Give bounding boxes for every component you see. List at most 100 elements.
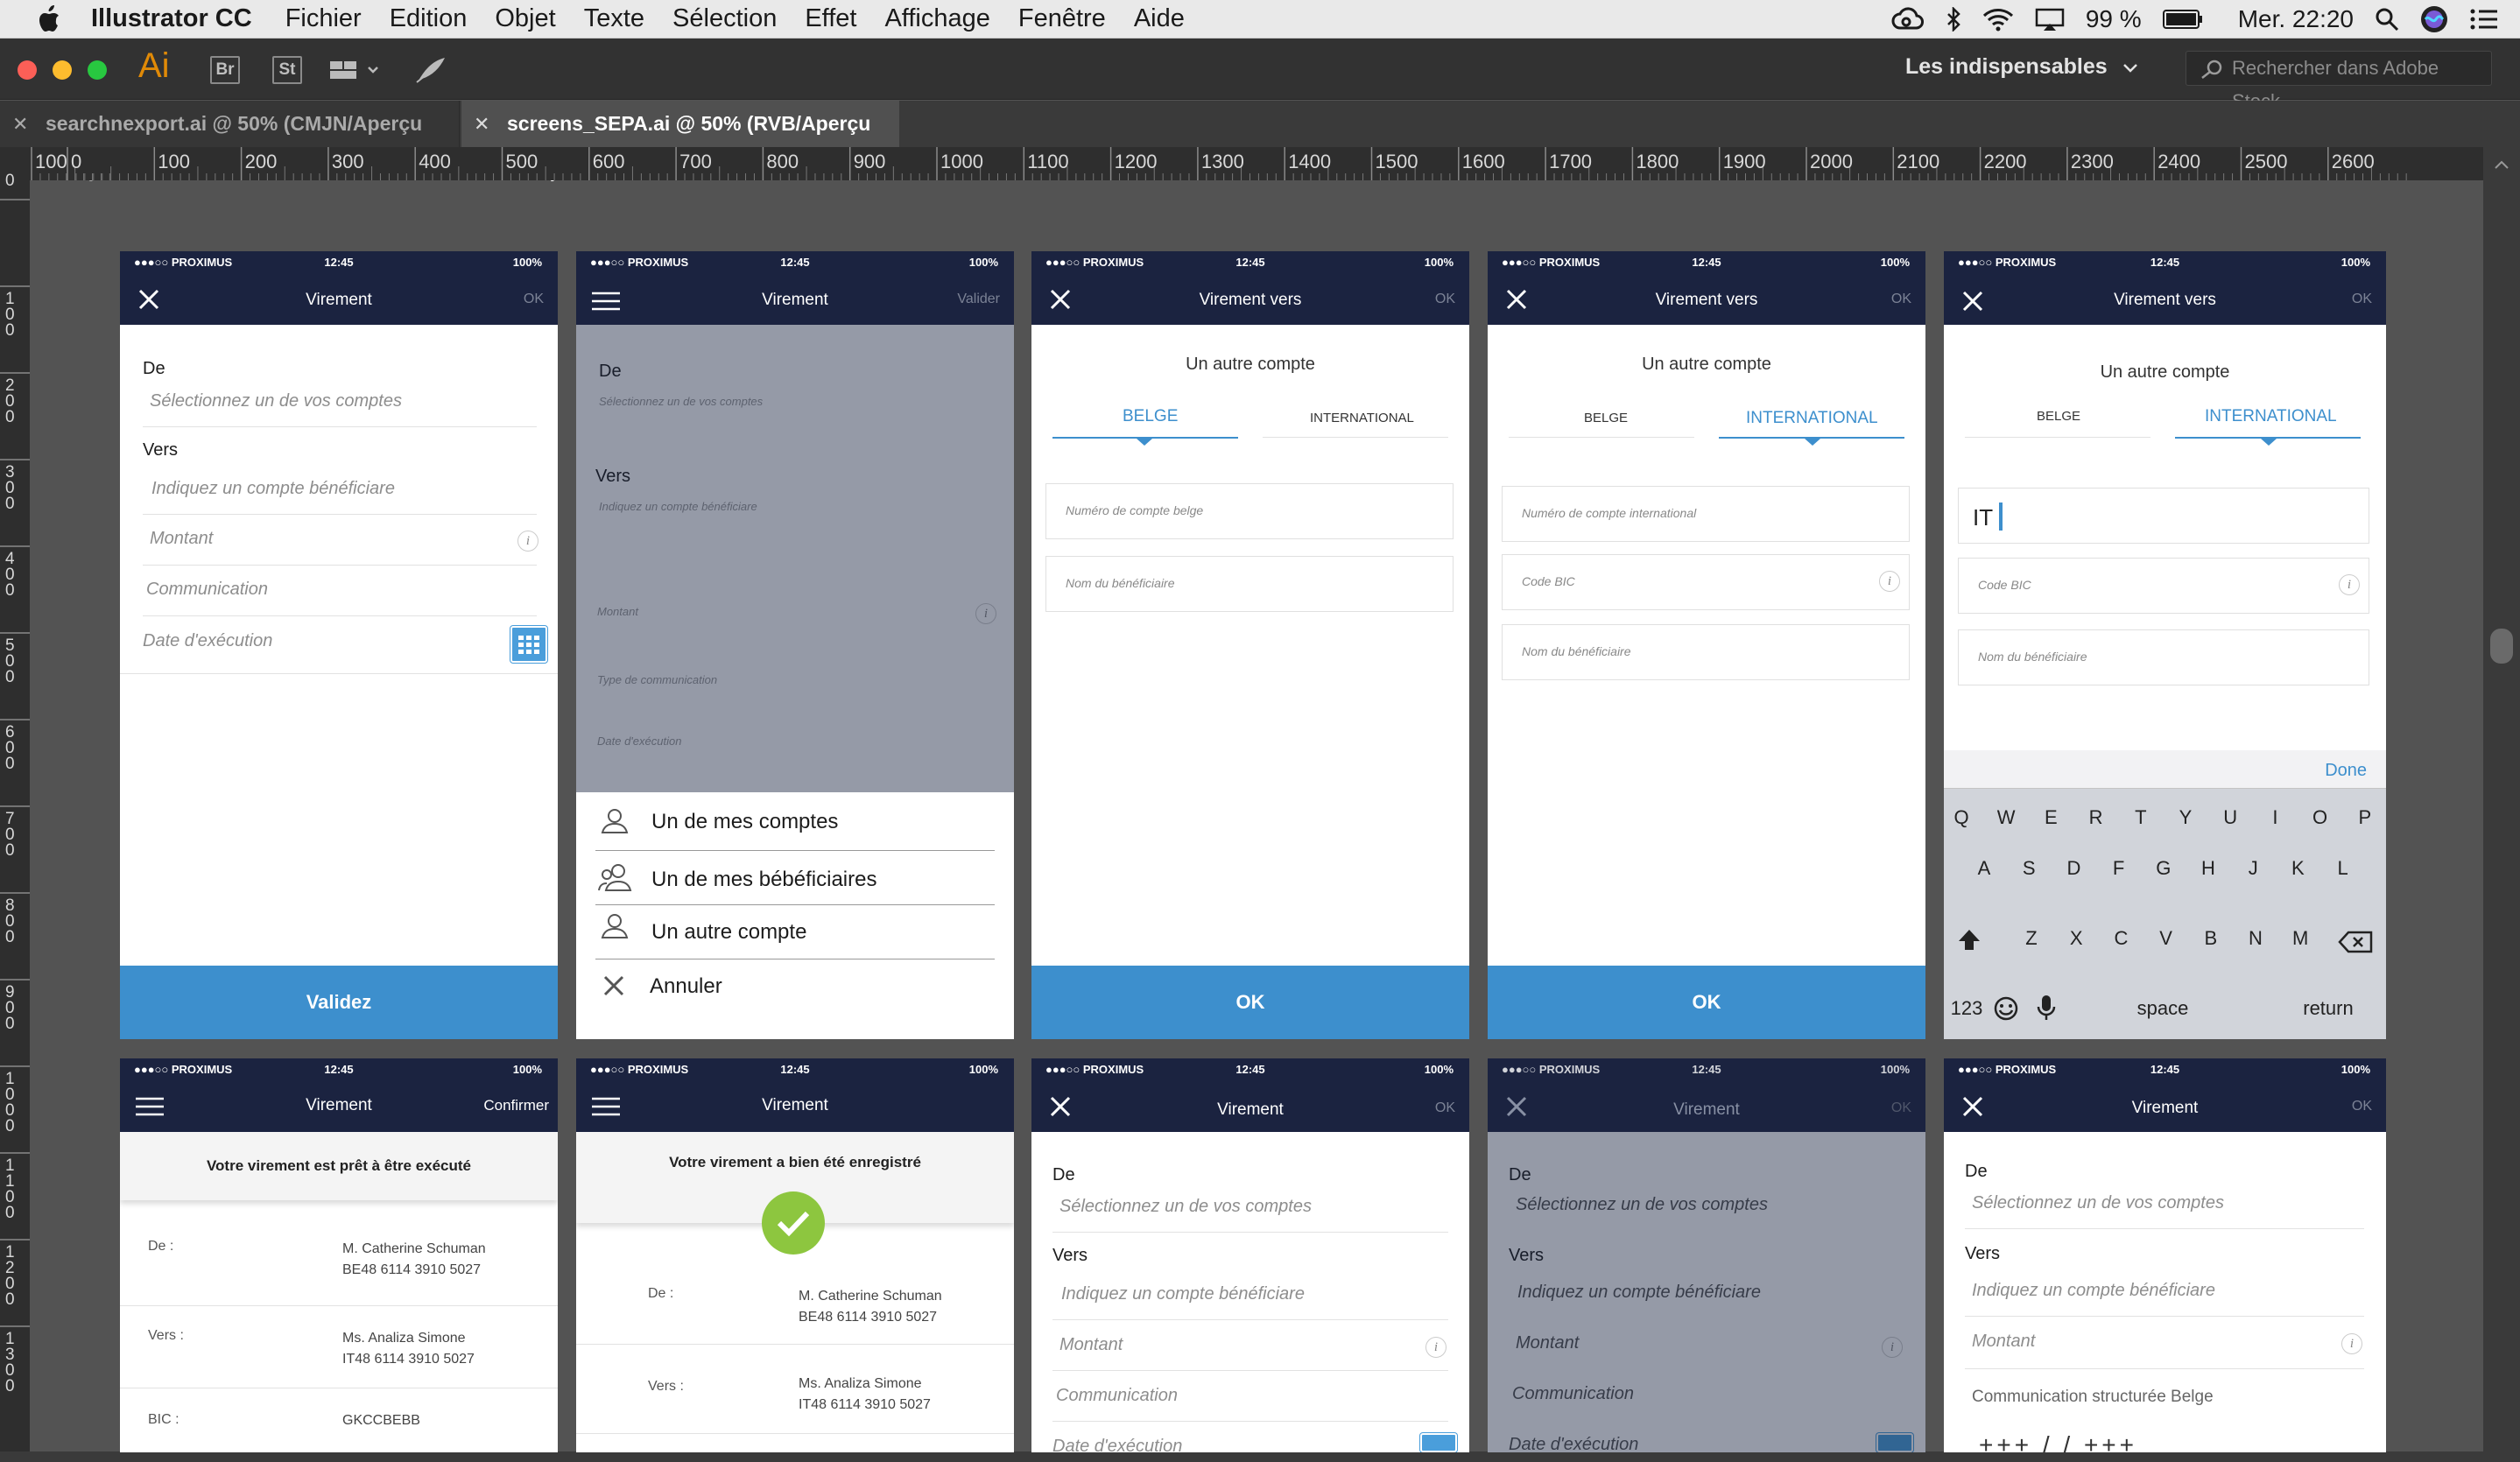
stock-search-field[interactable]: Rechercher dans Adobe Stock [2186, 51, 2492, 112]
menu-fenetre[interactable]: Fenêtre [1018, 4, 1106, 33]
artboard-success[interactable]: ●●●○○ PROXIMUS 12:45 100% Virement Votre v… [576, 1058, 1014, 1452]
key-e[interactable]: E [2038, 806, 2063, 829]
return-key[interactable]: return [2280, 997, 2376, 1020]
info-icon[interactable]: i [2339, 574, 2360, 595]
artboard-virement-form-dimmed[interactable]: ●●●○○ PROXIMUS 12:45 100% Virement OK De S… [1488, 1058, 1925, 1452]
from-select[interactable]: Sélectionnez un de vos comptes [1059, 1197, 1312, 1217]
key-o[interactable]: O [2308, 806, 2333, 829]
bic-code-field[interactable]: Code BIC i [1502, 554, 1910, 610]
date-field[interactable]: Date d'exécution [1052, 1437, 1182, 1452]
key-i[interactable]: I [2263, 806, 2287, 829]
validate-link[interactable]: Valider [957, 292, 1000, 307]
dim-overlay[interactable] [576, 325, 1014, 792]
key-r[interactable]: R [2084, 806, 2108, 829]
key-l[interactable]: L [2331, 857, 2355, 880]
key-q[interactable]: Q [1949, 806, 1974, 829]
calendar-icon[interactable] [1420, 1433, 1457, 1452]
ok-button[interactable]: OK [524, 292, 544, 307]
sheet-item-beneficiaries[interactable]: Un de mes bébéficiaires [651, 868, 876, 892]
sheet-item-cancel[interactable]: Annuler [650, 974, 722, 999]
to-select[interactable]: Indiquez un compte bénéficiare [1972, 1281, 2215, 1301]
horizontal-ruler[interactable]: 100 0 100 200 300 400 500 600 700 800 900 1000 1100 1… [30, 147, 2483, 180]
info-icon[interactable]: i [1879, 571, 1900, 592]
beneficiary-name-field[interactable]: Nom du bénéficiaire [1502, 624, 1910, 680]
confirm-button[interactable]: Confirmer [483, 1097, 549, 1114]
menu-selection[interactable]: Sélection [672, 4, 777, 33]
from-select[interactable]: Sélectionnez un de vos comptes [1972, 1193, 2224, 1213]
done-button[interactable]: Done [2325, 761, 2367, 781]
tab-international[interactable]: INTERNATIONAL [1310, 411, 1414, 425]
sheet-item-other-account[interactable]: Un autre compte [651, 920, 806, 945]
key-f[interactable]: F [2107, 857, 2131, 880]
stock-button[interactable]: St [272, 56, 302, 84]
menu-aide[interactable]: Aide [1134, 4, 1185, 33]
airplay-icon[interactable] [2035, 7, 2065, 32]
minimize-window-button[interactable] [53, 60, 72, 80]
key-x[interactable]: X [2064, 927, 2088, 950]
space-key[interactable]: space [2066, 997, 2259, 1020]
numbers-key[interactable]: 123 [1949, 997, 1984, 1020]
key-m[interactable]: M [2288, 927, 2312, 950]
menu-affichage[interactable]: Affichage [884, 4, 989, 33]
key-p[interactable]: P [2353, 806, 2377, 829]
international-account-field[interactable]: IT [1958, 488, 2369, 544]
bic-code-field[interactable]: Code BIC i [1958, 558, 2369, 614]
key-h[interactable]: H [2196, 857, 2221, 880]
ok-button[interactable]: OK [2352, 292, 2372, 307]
to-select[interactable]: Indiquez un compte bénéficiare [151, 479, 395, 499]
key-n[interactable]: N [2243, 927, 2268, 950]
artboard-international-account[interactable]: ●●●○○ PROXIMUS 12:45 100% Virement vers OK… [1488, 251, 1925, 1039]
menu-objet[interactable]: Objet [495, 4, 555, 33]
bridge-button[interactable]: Br [210, 56, 240, 84]
tab-belge[interactable]: BELGE [1123, 407, 1178, 426]
ok-button[interactable]: OK [1435, 1100, 1455, 1116]
zoom-window-button[interactable] [88, 60, 107, 80]
key-j[interactable]: J [2241, 857, 2265, 880]
menu-texte[interactable]: Texte [584, 4, 644, 33]
validate-button[interactable]: Validez [120, 966, 558, 1039]
menu-effet[interactable]: Effet [805, 4, 856, 33]
wifi-icon[interactable] [1982, 7, 2014, 32]
backspace-icon[interactable] [2338, 931, 2373, 953]
amount-field[interactable]: Montant [150, 529, 213, 549]
arrange-documents-icon[interactable] [328, 58, 383, 82]
tab-screens-sepa[interactable]: ✕ screens_SEPA.ai @ 50% (RVB/Aperçu GPU) [461, 101, 899, 181]
calendar-icon[interactable] [510, 626, 547, 663]
artboard-virement-form-2[interactable]: ●●●○○ PROXIMUS 12:45 100% Virement OK De S… [1031, 1058, 1469, 1452]
spotlight-icon[interactable] [2375, 7, 2399, 32]
key-k[interactable]: K [2285, 857, 2310, 880]
apple-icon[interactable] [35, 4, 61, 34]
vertical-scrollbar[interactable] [2483, 147, 2520, 1451]
key-z[interactable]: Z [2019, 927, 2044, 950]
artboard-keyboard-input[interactable]: ●●●○○ PROXIMUS 12:45 100% Virement vers OK… [1944, 251, 2386, 1039]
clock[interactable]: Mer. 22:20 [2238, 5, 2354, 33]
artboard-virement-form[interactable]: ●●●○○ PROXIMUS 12:45 100% Virement OK De S… [120, 251, 558, 1039]
menu-edition[interactable]: Edition [390, 4, 468, 33]
key-t[interactable]: T [2129, 806, 2153, 829]
scrollbar-thumb[interactable] [2490, 629, 2513, 664]
key-s[interactable]: S [2017, 857, 2041, 880]
key-a[interactable]: A [1972, 857, 1996, 880]
bluetooth-icon[interactable] [1946, 7, 1961, 32]
emoji-icon[interactable] [1993, 995, 2019, 1022]
key-g[interactable]: G [2151, 857, 2176, 880]
workspace-switcher[interactable]: Les indispensables [1905, 54, 2138, 80]
artboard-action-sheet[interactable]: ●●●○○ PROXIMUS 12:45 100% Virement Valider… [576, 251, 1014, 1039]
dim-overlay[interactable] [1488, 1132, 1925, 1452]
from-select[interactable]: Sélectionnez un de vos comptes [150, 391, 402, 411]
shift-icon[interactable] [1956, 927, 1982, 953]
menu-fichier[interactable]: Fichier [285, 4, 362, 33]
structured-communication-input[interactable]: +++ / / +++ [1979, 1431, 2137, 1452]
sheet-item-my-accounts[interactable]: Un de mes comptes [651, 810, 838, 834]
close-tab-icon[interactable]: ✕ [474, 101, 489, 147]
belgian-account-field[interactable]: Numéro de compte belge [1045, 483, 1454, 539]
tab-international[interactable]: INTERNATIONAL [1746, 409, 1878, 428]
menu-app-name[interactable]: Illustrator CC [91, 4, 252, 33]
ok-submit-button[interactable]: OK [1031, 966, 1469, 1039]
collapse-panels-icon[interactable] [2494, 159, 2509, 170]
info-icon[interactable]: i [2341, 1333, 2362, 1354]
amount-field[interactable]: Montant [1972, 1332, 2035, 1352]
gpu-performance-icon[interactable] [415, 54, 448, 84]
key-c[interactable]: C [2108, 927, 2133, 950]
key-y[interactable]: Y [2173, 806, 2198, 829]
